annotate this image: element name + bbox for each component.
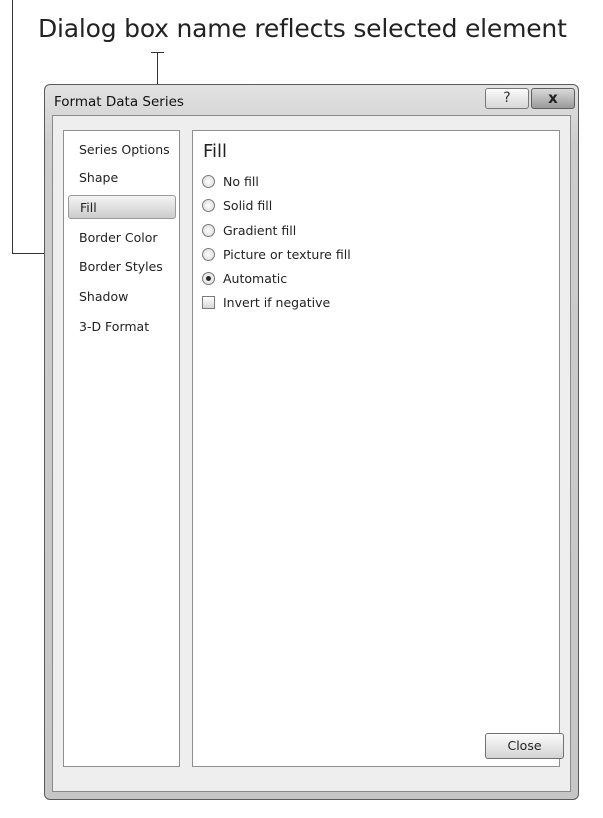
fill-options-pane: Fill No fill Solid fill Gradient fill Pi…: [192, 130, 560, 767]
solid-fill-label: Solid fill: [223, 198, 273, 213]
nav-item-shadow[interactable]: Shadow: [68, 285, 176, 309]
option-picture-fill[interactable]: Picture or texture fill: [202, 246, 351, 264]
option-automatic[interactable]: Automatic: [202, 270, 287, 288]
category-list: Series Options Shape Fill Border Color B…: [63, 130, 180, 767]
picture-fill-label: Picture or texture fill: [223, 247, 351, 262]
nav-item-border-styles[interactable]: Border Styles: [68, 255, 176, 279]
invert-if-negative-checkbox[interactable]: [202, 296, 215, 309]
dialog-title: Format Data Series: [54, 94, 184, 110]
dialog-client-area: Series Options Shape Fill Border Color B…: [52, 115, 571, 792]
format-data-series-dialog: Format Data Series ? x Series Options Sh…: [44, 84, 579, 800]
invert-if-negative-label: Invert if negative: [223, 295, 331, 310]
nav-item-3d-format[interactable]: 3-D Format: [68, 315, 176, 339]
callout-caption: Dialog box name reflects selected elemen…: [38, 14, 567, 43]
solid-fill-radio[interactable]: [202, 199, 215, 212]
callout-leader-title-tick: [151, 52, 164, 53]
nav-item-series-options[interactable]: Series Options: [68, 138, 176, 162]
no-fill-label: No fill: [223, 174, 259, 189]
nav-item-shape[interactable]: Shape: [68, 166, 176, 190]
nav-item-fill[interactable]: Fill: [68, 195, 176, 219]
option-solid-fill[interactable]: Solid fill: [202, 197, 272, 215]
section-title: Fill: [203, 141, 228, 162]
callout-leader-left-vertical: [12, 0, 13, 254]
nav-item-border-color[interactable]: Border Color: [68, 226, 176, 250]
no-fill-radio[interactable]: [202, 175, 215, 188]
option-gradient-fill[interactable]: Gradient fill: [202, 222, 296, 240]
picture-fill-radio[interactable]: [202, 248, 215, 261]
gradient-fill-radio[interactable]: [202, 224, 215, 237]
title-close-button[interactable]: x: [531, 88, 575, 109]
close-button[interactable]: Close: [485, 733, 564, 759]
option-no-fill[interactable]: No fill: [202, 173, 259, 191]
automatic-label: Automatic: [223, 271, 288, 286]
automatic-radio[interactable]: [202, 272, 215, 285]
option-invert-if-negative[interactable]: Invert if negative: [202, 294, 330, 312]
help-button[interactable]: ?: [485, 88, 529, 109]
gradient-fill-label: Gradient fill: [223, 223, 297, 238]
close-icon: x: [548, 89, 558, 107]
help-icon: ?: [503, 90, 511, 106]
